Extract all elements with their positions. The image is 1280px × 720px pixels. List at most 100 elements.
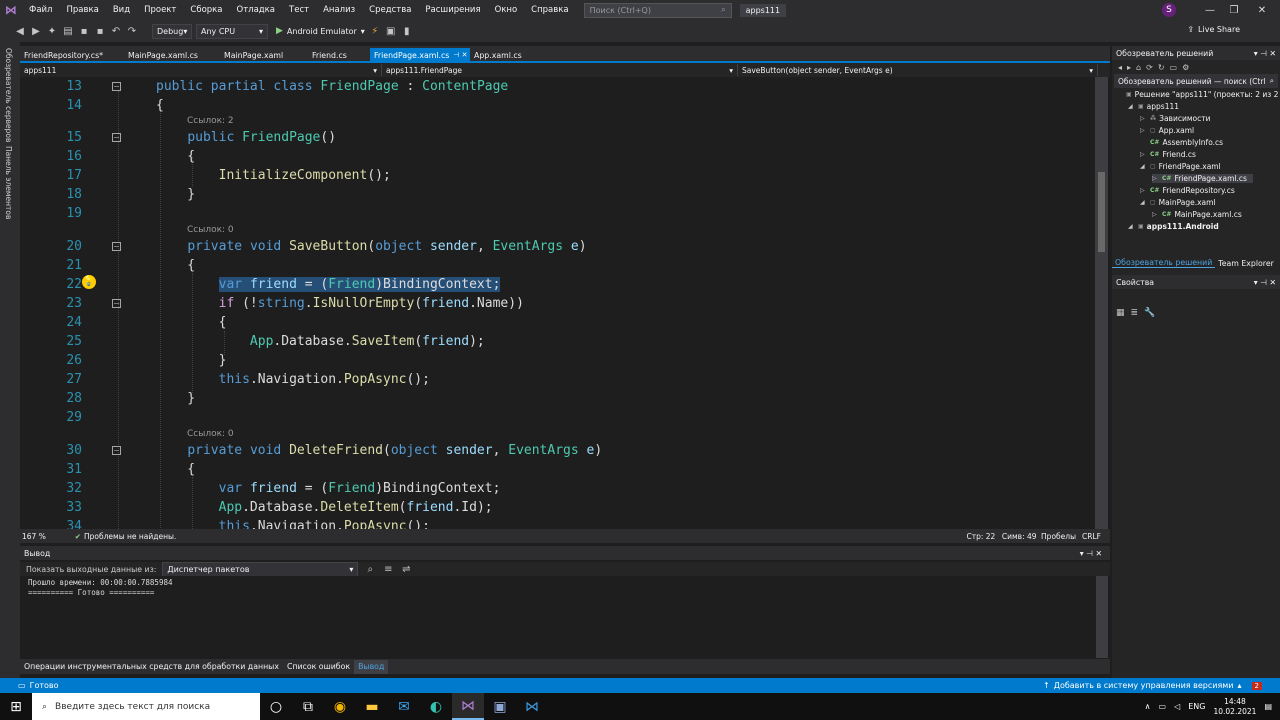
platform-select[interactable]: Any CPU ▾: [196, 23, 268, 39]
menu-item[interactable]: Тест: [282, 5, 316, 15]
output-source-select[interactable]: Диспетчер пакетов ▾: [162, 561, 359, 577]
tree-item[interactable]: ▷ ▢ App.xaml: [1140, 126, 1194, 135]
restore-icon[interactable]: ❐: [1224, 2, 1244, 18]
open-folder-icon[interactable]: ▤: [62, 26, 74, 37]
run-button[interactable]: ▶ Android Emulator ▾: [276, 26, 365, 36]
menu-item[interactable]: Расширения: [418, 5, 487, 15]
codelens-references[interactable]: Ссылок: 0: [187, 429, 234, 439]
settings-icon[interactable]: ⚙: [1182, 63, 1189, 72]
chrome-icon[interactable]: ◉: [324, 693, 356, 720]
expand-icon[interactable]: ◢: [1128, 103, 1135, 110]
clock[interactable]: 14:48 10.02.2021: [1213, 697, 1256, 717]
menu-item[interactable]: Вид: [106, 5, 137, 15]
expand-icon[interactable]: ▷: [1140, 115, 1147, 122]
pin-icon[interactable]: ▾ ⊣ ✕: [1080, 549, 1102, 558]
expand-icon[interactable]: ▷: [1140, 127, 1147, 134]
forward-icon[interactable]: ▸: [1127, 63, 1131, 72]
back-icon[interactable]: ◂: [1118, 63, 1122, 72]
vscode-icon[interactable]: ⋈: [516, 693, 548, 720]
member-dropdown[interactable]: SaveButton(object sender, EventArgs e) ▾: [738, 64, 1098, 76]
mail-icon[interactable]: ✉: [388, 693, 420, 720]
menu-item[interactable]: Проект: [137, 5, 183, 15]
document-tab[interactable]: FriendRepository.cs*: [20, 48, 124, 62]
forward-icon[interactable]: ▶: [30, 26, 42, 37]
document-tab[interactable]: Friend.cs: [308, 48, 370, 62]
document-tab[interactable]: App.xaml.cs: [470, 48, 540, 62]
user-avatar[interactable]: S: [1162, 3, 1176, 17]
tab-data-tools[interactable]: Операции инструментальных средств для об…: [20, 660, 283, 674]
codelens-references[interactable]: Ссылок: 0: [187, 225, 234, 235]
panel-controls-icon[interactable]: ▾ ⊣ ✕: [1254, 278, 1276, 287]
cortana-icon[interactable]: ○: [260, 693, 292, 720]
tree-item[interactable]: ▷ C# FriendPage.xaml.cs: [1152, 174, 1253, 183]
network-icon[interactable]: ▭: [1159, 702, 1167, 711]
minimize-icon[interactable]: —: [1200, 2, 1220, 18]
expand-icon[interactable]: ▷: [1152, 175, 1159, 182]
tree-item[interactable]: ▷ C# MainPage.xaml.cs: [1152, 210, 1242, 219]
chevron-up-icon[interactable]: ∧: [1145, 702, 1151, 711]
menu-item[interactable]: Анализ: [316, 5, 362, 15]
hot-reload-icon[interactable]: ⚡: [369, 26, 381, 37]
collapse-icon[interactable]: −: [112, 299, 121, 308]
device-icon[interactable]: ▣: [385, 26, 397, 37]
alphabetical-icon[interactable]: ≣: [1131, 308, 1139, 318]
scrollbar-thumb[interactable]: [1098, 172, 1105, 252]
line-endings[interactable]: CRLF: [1082, 532, 1110, 541]
close-icon[interactable]: ✕: [1252, 2, 1272, 18]
tree-item[interactable]: ▣ Решение "apps111" (проекты: 2 из 2: [1116, 90, 1278, 99]
source-control-button[interactable]: ↑ Добавить в систему управления версиями ▴…: [1043, 681, 1262, 690]
clear-all-icon[interactable]: ≡: [382, 564, 394, 575]
document-tab[interactable]: FriendPage.xaml.cs ⊣ ✕: [370, 48, 470, 62]
tree-item[interactable]: ◢ ▢ MainPage.xaml: [1140, 198, 1216, 207]
live-share-button[interactable]: ⇪ Live Share: [1187, 25, 1240, 34]
collapse-icon[interactable]: −: [112, 133, 121, 142]
collapse-icon[interactable]: −: [112, 82, 121, 91]
output-text[interactable]: Прошло времени: 00:00:00.7885984 =======…: [20, 576, 1096, 658]
file-explorer-icon[interactable]: ▬: [356, 693, 388, 720]
visual-studio-icon[interactable]: ⋈: [452, 693, 484, 720]
taskbar-search-input[interactable]: ⌕ Введите здесь текст для поиска: [32, 693, 260, 720]
document-tab[interactable]: MainPage.xaml.cs: [124, 48, 220, 62]
menu-item[interactable]: Справка: [524, 5, 575, 15]
redo-icon[interactable]: ↷: [126, 26, 138, 37]
windows-start-icon[interactable]: ⊞: [0, 693, 32, 720]
keyboard-language[interactable]: ENG: [1188, 702, 1205, 711]
tree-item[interactable]: ◢ ▣ apps111: [1128, 102, 1179, 111]
task-view-icon[interactable]: ⧉: [292, 693, 324, 720]
toolbox-tab[interactable]: Панель элементов: [4, 146, 13, 219]
save-all-icon[interactable]: ▪: [94, 26, 106, 37]
tab-error-list[interactable]: Список ошибок: [283, 660, 354, 674]
search-input[interactable]: Поиск (Ctrl+Q) ⌕: [583, 2, 732, 18]
codelens-references[interactable]: Ссылок: 2: [187, 116, 234, 126]
back-icon[interactable]: ◀: [14, 26, 26, 37]
tab-solution-explorer[interactable]: Обозреватель решений: [1112, 258, 1216, 268]
editor-scrollbar[interactable]: [1095, 77, 1108, 529]
tree-item[interactable]: ◢ ▣ apps111.Android: [1128, 222, 1219, 231]
tree-item[interactable]: ▷ C# FriendRepository.cs: [1140, 186, 1235, 195]
tree-item[interactable]: ▷ ⁂ Зависимости: [1140, 114, 1210, 123]
close-icon[interactable]: ⊣ ✕: [453, 51, 467, 59]
word-wrap-icon[interactable]: ⇌: [400, 564, 412, 575]
panel-controls-icon[interactable]: ▾ ⊣ ✕: [1254, 49, 1276, 58]
code-editor[interactable]: 13− public partial class FriendPage : Con…: [20, 77, 1095, 529]
find-icon[interactable]: ⌕: [364, 564, 376, 575]
tab-output[interactable]: Вывод: [354, 659, 389, 674]
configuration-select[interactable]: Debug ▾: [152, 23, 192, 39]
bookmark-icon[interactable]: ▮: [401, 26, 413, 37]
expand-icon[interactable]: ◢: [1140, 199, 1147, 206]
tree-item[interactable]: ◢ ▢ FriendPage.xaml: [1140, 162, 1221, 171]
menu-item[interactable]: Окно: [488, 5, 525, 15]
zoom-level[interactable]: 167 %: [20, 532, 67, 541]
expand-icon[interactable]: ◢: [1140, 163, 1147, 170]
home-icon[interactable]: ⌂: [1136, 63, 1141, 72]
categorized-icon[interactable]: ▦: [1116, 308, 1125, 318]
volume-icon[interactable]: ◁: [1174, 702, 1180, 711]
collapse-all-icon[interactable]: ▭: [1170, 63, 1178, 72]
menu-item[interactable]: Правка: [59, 5, 105, 15]
new-project-icon[interactable]: ✦: [46, 26, 58, 37]
expand-icon[interactable]: ◢: [1128, 223, 1135, 230]
edge-icon[interactable]: ◐: [420, 693, 452, 720]
solution-search-input[interactable]: Обозреватель решений — поиск (Ctrl ⌕: [1114, 74, 1278, 88]
expand-icon[interactable]: ▷: [1152, 211, 1159, 218]
notifications-badge[interactable]: 2: [1251, 681, 1262, 690]
